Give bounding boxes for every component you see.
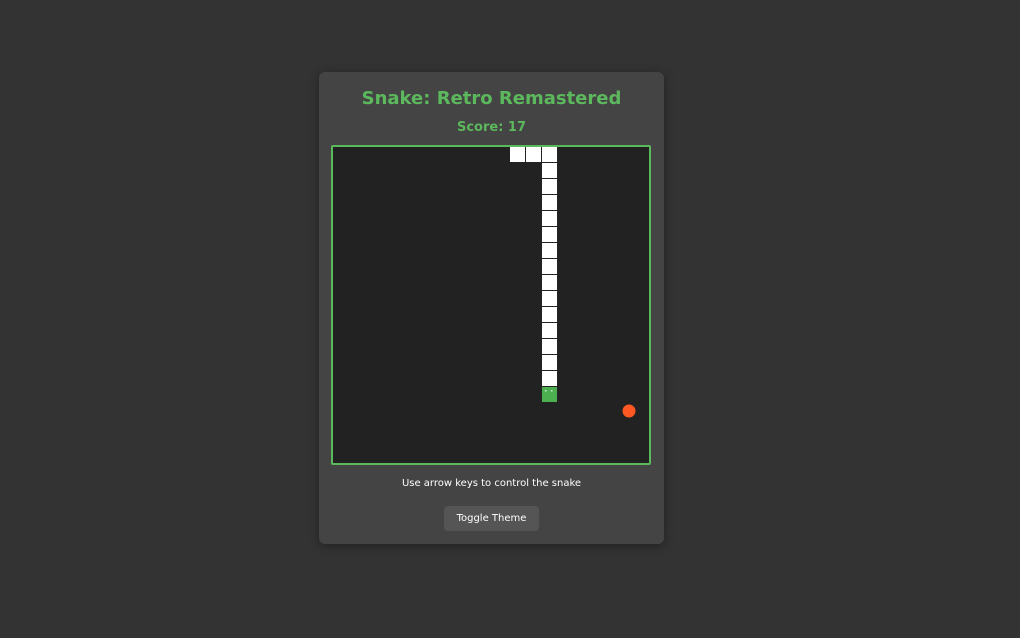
snake-segment (542, 147, 557, 162)
snake-segment (542, 323, 557, 338)
snake-segment (542, 211, 557, 226)
snake-head (542, 387, 557, 402)
snake-segment (542, 307, 557, 322)
score-display: Score: 17 (456, 120, 527, 135)
game-title: Snake: Retro Remastered (361, 88, 622, 109)
snake-segment (542, 339, 557, 354)
snake-segment (542, 227, 557, 242)
snake-segment (542, 371, 557, 386)
game-board[interactable] (331, 145, 651, 465)
snake-segment (542, 179, 557, 194)
snake-segment (542, 355, 557, 370)
food-pellet (622, 404, 636, 418)
snake-eye (551, 390, 553, 392)
toggle-theme-button[interactable]: Toggle Theme (444, 506, 539, 531)
game-page: Snake: Retro Remastered Score: 17 Use ar… (0, 0, 1020, 638)
snake-segment (542, 275, 557, 290)
snake-segment (542, 195, 557, 210)
snake-segment (542, 163, 557, 178)
snake-segment (526, 147, 541, 162)
snake-eye (545, 390, 547, 392)
board-canvas (510, 147, 636, 418)
snake-segment (510, 147, 525, 162)
snake-segment (542, 259, 557, 274)
instructions-text: Use arrow keys to control the snake (401, 478, 582, 489)
snake-segment (542, 243, 557, 258)
game-container: Snake: Retro Remastered Score: 17 Use ar… (319, 72, 664, 544)
snake-segment (542, 291, 557, 306)
